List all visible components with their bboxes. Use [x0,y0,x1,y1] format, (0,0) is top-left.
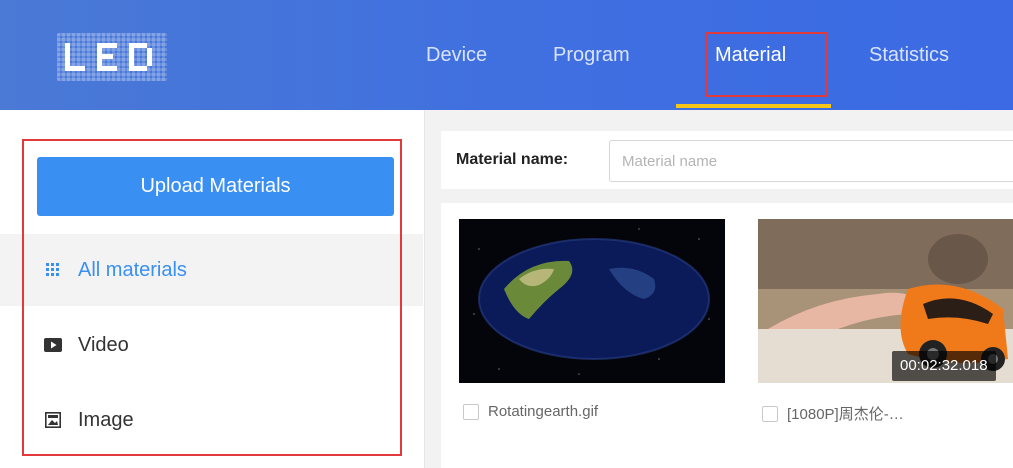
video-duration: 00:02:32.018 [892,351,996,381]
material-name: Rotatingearth.gif [488,403,599,420]
top-header: Device Program Material Statistics [0,0,1013,110]
select-checkbox[interactable] [463,403,479,420]
nav-device[interactable]: Device [426,44,487,67]
nav-statistics[interactable]: Statistics [869,44,949,67]
select-checkbox[interactable] [762,405,778,422]
led-logo[interactable] [57,33,167,81]
active-tab-indicator [676,104,831,108]
material-item-earth: Rotatingearth.gif [463,403,598,420]
material-name-input[interactable] [609,140,1013,182]
highlight-box-sidebar [22,139,402,456]
search-label: Material name: [456,151,569,168]
nav-program[interactable]: Program [553,44,630,67]
highlight-box-material-tab [706,32,827,97]
material-thumbnail-earth[interactable] [459,219,725,383]
material-item-video: [1080P]周杰伦-… [762,403,904,424]
material-name: [1080P]周杰伦-… [787,406,904,423]
